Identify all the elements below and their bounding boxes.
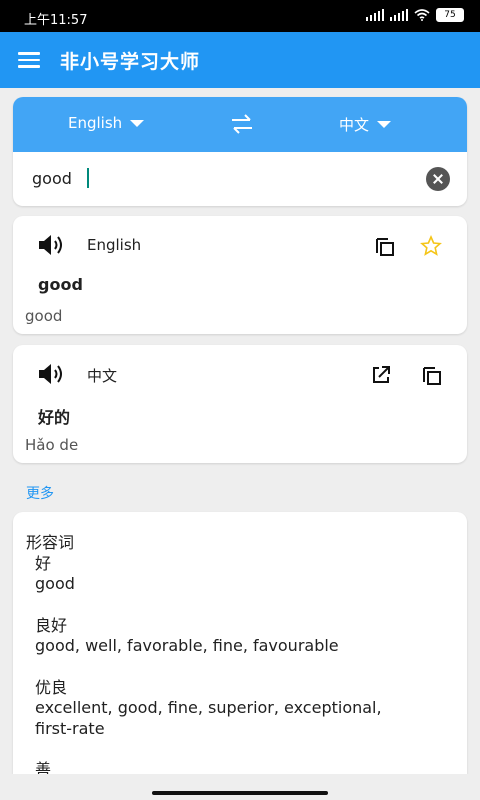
result-source-word: good	[38, 275, 83, 294]
status-time: 上午11:57	[24, 13, 88, 28]
status-bar: 上午11:57 75	[0, 0, 480, 32]
definition-entry: 好 good	[35, 554, 382, 595]
language-bar: English 中文	[13, 97, 467, 152]
definition-word: 良好	[35, 615, 68, 635]
definition-word: 善	[35, 760, 52, 774]
copy-icon[interactable]	[421, 364, 443, 386]
definitions-list: 形容词 好 good 良好 good, well, favorable, fin…	[26, 533, 382, 774]
status-icons: 75	[366, 8, 464, 22]
definition-translations-cont: first-rate	[35, 718, 105, 738]
result-target-word: 好的	[38, 408, 71, 427]
swap-icon[interactable]	[229, 112, 255, 136]
result-target-card: 中文 好的 Hǎo de	[13, 345, 467, 463]
translator-card: English 中文	[13, 97, 467, 206]
definition-translations: good	[35, 574, 75, 593]
wifi-icon	[414, 9, 430, 21]
definitions-card: 形容词 好 good 良好 good, well, favorable, fin…	[13, 512, 467, 774]
app-bar: 非小号学习大师	[0, 32, 480, 88]
translate-input[interactable]	[32, 169, 412, 188]
chevron-down-icon	[130, 119, 145, 127]
more-label[interactable]: 更多	[26, 483, 54, 503]
signal-icon	[366, 9, 384, 21]
definition-translations: good, well, favorable, fine, favourable	[35, 636, 339, 655]
star-icon[interactable]	[420, 235, 442, 257]
definition-entry: 善	[35, 760, 382, 774]
part-of-speech: 形容词	[26, 533, 75, 552]
definition-word: 优良	[35, 677, 68, 697]
target-language-dropdown[interactable]: 中文	[339, 114, 392, 135]
result-target-phonetic: Hǎo de	[25, 436, 79, 454]
battery-icon: 75	[436, 8, 464, 22]
app-title: 非小号学习大师	[60, 51, 201, 73]
result-source-phonetic: good	[25, 307, 63, 325]
input-row	[13, 152, 467, 206]
open-external-icon[interactable]	[370, 364, 392, 386]
speaker-icon[interactable]	[37, 233, 67, 257]
target-language-label: 中文	[339, 116, 370, 134]
definition-entry: 优良 excellent, good, fine, superior, exce…	[35, 678, 382, 740]
source-language-dropdown[interactable]: English	[68, 114, 145, 132]
signal-icon-2	[390, 9, 408, 21]
clear-icon[interactable]	[426, 167, 450, 191]
result-target-lang: 中文	[87, 367, 118, 385]
definition-translations: excellent, good, fine, superior, excepti…	[35, 698, 382, 717]
definition-entry: 良好 good, well, favorable, fine, favourab…	[35, 616, 382, 657]
result-source-lang: English	[87, 236, 142, 254]
text-cursor	[87, 168, 89, 188]
definition-word: 好	[35, 553, 52, 573]
speaker-icon[interactable]	[37, 362, 67, 386]
system-nav-bar	[0, 774, 480, 800]
chevron-down-icon	[377, 121, 392, 128]
result-source-card: English good good	[13, 216, 467, 334]
source-language-label: English	[68, 114, 123, 132]
copy-icon[interactable]	[374, 235, 396, 257]
menu-icon[interactable]	[18, 48, 42, 72]
home-gesture-handle[interactable]	[152, 791, 328, 795]
